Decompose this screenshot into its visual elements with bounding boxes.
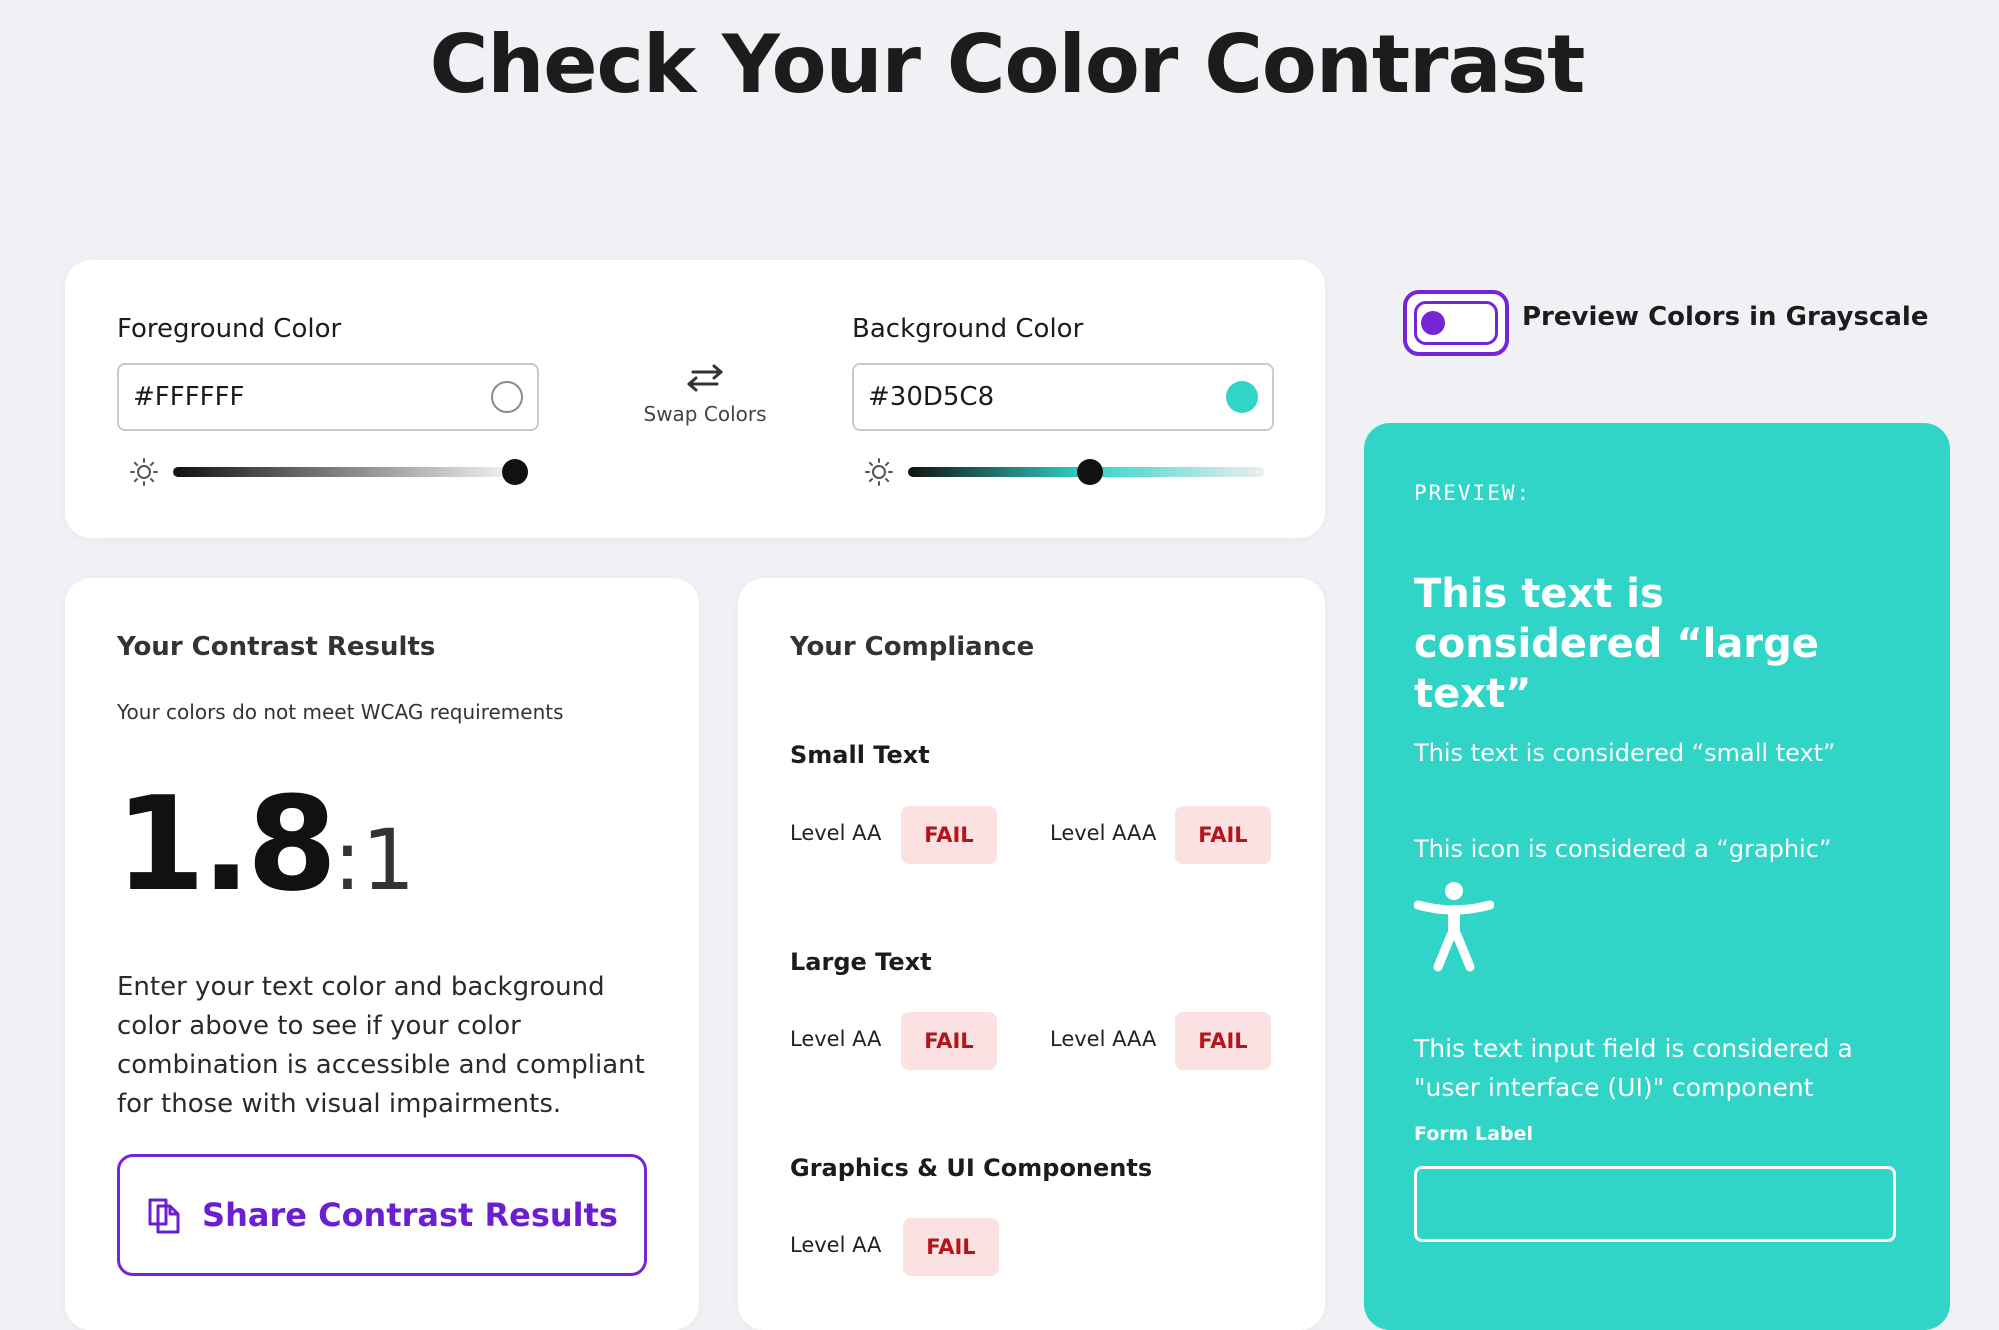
background-label: Background Color [852, 314, 1084, 344]
grayscale-toggle[interactable] [1403, 290, 1509, 356]
fail-badge: FAIL [901, 806, 997, 864]
fail-badge: FAIL [1175, 806, 1271, 864]
toggle-knob [1421, 311, 1445, 335]
foreground-label: Foreground Color [117, 314, 342, 344]
background-value: #30D5C8 [868, 382, 995, 412]
level-aa-label: Level AA [790, 1233, 882, 1257]
fail-badge: FAIL [903, 1218, 999, 1276]
background-brightness-slider[interactable] [864, 452, 1264, 492]
graphic-text-sample: This icon is considered a “graphic” [1414, 835, 1832, 863]
contrast-results-card: Your Contrast Results Your colors do not… [65, 578, 699, 1330]
form-label: Form Label [1414, 1123, 1533, 1145]
ui-text-sample: This text input field is considered a "u… [1414, 1034, 1853, 1102]
foreground-track[interactable] [173, 459, 529, 485]
results-title: Your Contrast Results [117, 632, 436, 662]
foreground-brightness-slider[interactable] [129, 452, 529, 492]
background-slider-thumb[interactable] [1076, 459, 1103, 485]
brightness-icon [865, 458, 893, 486]
background-swatch[interactable] [1226, 381, 1258, 413]
preview-text-input[interactable] [1414, 1166, 1896, 1242]
share-label: Share Contrast Results [202, 1196, 618, 1234]
background-track[interactable] [908, 459, 1264, 485]
brightness-icon [130, 458, 158, 486]
accessibility-person-icon [1414, 882, 1494, 972]
level-aa-label: Level AA [790, 1027, 882, 1051]
small-text-sample: This text is considered “small text” [1414, 739, 1836, 767]
preview-label: PREVIEW: [1414, 481, 1532, 505]
swap-arrows-icon [687, 364, 723, 392]
fail-badge: FAIL [901, 1012, 997, 1070]
large-text-title: Large Text [790, 948, 932, 976]
graphics-ui-title: Graphics & UI Components [790, 1154, 1153, 1182]
copy-icon [148, 1198, 180, 1234]
foreground-swatch[interactable] [491, 381, 523, 413]
preview-panel: PREVIEW: This text is considered “large … [1364, 423, 1950, 1330]
results-description: Enter your text color and background col… [117, 972, 645, 1119]
compliance-card: Your Compliance Small Text Level AA FAIL… [738, 578, 1325, 1330]
large-text-sample: This text is considered “large text” [1414, 571, 1819, 717]
background-input[interactable]: #30D5C8 [852, 363, 1274, 431]
swap-colors-button[interactable]: Swap Colors [625, 362, 785, 426]
foreground-input[interactable]: #FFFFFF [117, 363, 539, 431]
level-aaa-label: Level AAA [1050, 1027, 1157, 1051]
ratio-suffix: :1 [333, 811, 416, 909]
foreground-slider-thumb[interactable] [501, 459, 528, 485]
page-title: Check Your Color Contrast [429, 18, 1586, 111]
color-inputs-card: Foreground Color #FFFFFF Swap Colors Bac… [65, 260, 1325, 538]
ratio-value: 1.8 [115, 768, 337, 920]
foreground-value: #FFFFFF [133, 382, 245, 412]
fail-badge: FAIL [1175, 1012, 1271, 1070]
grayscale-label: Preview Colors in Grayscale [1522, 302, 1929, 332]
swap-colors-label: Swap Colors [643, 402, 767, 426]
contrast-ratio: 1.8:1 [115, 768, 415, 920]
compliance-title: Your Compliance [790, 632, 1035, 662]
share-results-button[interactable]: Share Contrast Results [117, 1154, 647, 1276]
level-aa-label: Level AA [790, 821, 882, 845]
level-aaa-label: Level AAA [1050, 821, 1157, 845]
results-status: Your colors do not meet WCAG requirement… [117, 700, 564, 724]
small-text-title: Small Text [790, 741, 930, 769]
